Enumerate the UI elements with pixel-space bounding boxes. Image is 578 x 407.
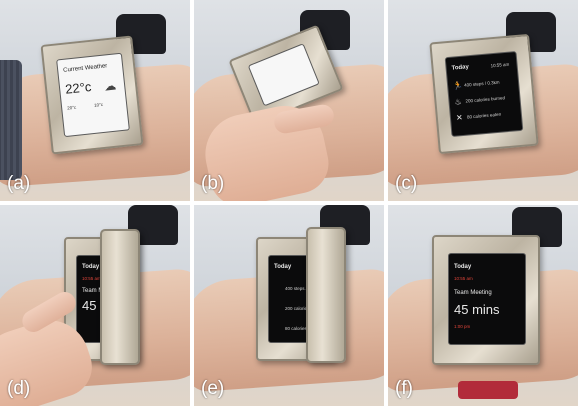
panel-label: (e) bbox=[201, 378, 225, 399]
today-heading: Today bbox=[82, 264, 100, 270]
steps-text: 400 steps / 0.3km bbox=[463, 79, 500, 88]
watch-strap-bottom bbox=[458, 381, 518, 399]
today-heading: Today bbox=[451, 64, 470, 72]
weather-title: Current Weather bbox=[63, 63, 108, 74]
watch-screen: Today 10:55 am 400 steps / 0.3km 200 cal… bbox=[444, 51, 524, 137]
weather-high: 10°c bbox=[93, 101, 104, 108]
today-heading: Today bbox=[454, 264, 472, 270]
sleeve bbox=[0, 60, 22, 180]
panel-label: (c) bbox=[395, 173, 418, 194]
watch-screen: Today 10:55 am Team Meeting 45 mins 1:00… bbox=[448, 253, 526, 345]
meeting-time: 10:55 am bbox=[82, 276, 101, 281]
watch-prototype: Today 10:55 am Team Meeting 45 mins 1:00… bbox=[432, 235, 540, 365]
calories-eaten-text: 80 calories eaten bbox=[466, 111, 502, 120]
panel-f: Today 10:55 am Team Meeting 45 mins 1:00… bbox=[388, 205, 578, 406]
watch-screen: Current Weather 22°c 20°c 10°c ☁ bbox=[56, 52, 130, 138]
flame-icon: ♨ bbox=[454, 96, 463, 107]
calories-burned-text: 200 calories burned bbox=[465, 95, 506, 104]
runner-icon: 🏃 bbox=[452, 80, 464, 91]
meeting-duration: 45 mins bbox=[454, 302, 500, 317]
today-time: 10:55 am bbox=[490, 61, 510, 69]
weather-temp: 22°c bbox=[64, 79, 93, 97]
watch-screen bbox=[247, 43, 320, 107]
figure-grid: Current Weather 22°c 20°c 10°c ☁ (a) (b)… bbox=[0, 0, 578, 407]
sliding-cover bbox=[306, 227, 346, 363]
panel-b: (b) bbox=[194, 0, 384, 201]
meeting-start: 1:00 pm bbox=[454, 324, 471, 329]
watch-prototype: Current Weather 22°c 20°c 10°c ☁ bbox=[40, 35, 144, 155]
sliding-cover bbox=[100, 229, 140, 365]
cutlery-icon: ✕ bbox=[455, 112, 464, 123]
cloud-sun-icon: ☁ bbox=[103, 78, 117, 94]
panel-label: (b) bbox=[201, 173, 225, 194]
meeting-title: Team Meeting bbox=[454, 290, 492, 296]
today-heading: Today bbox=[274, 264, 292, 270]
panel-d: Today 10:55 am Team Meeting 45 mins (d) bbox=[0, 205, 190, 406]
watch-prototype: Today 10:55 am 400 steps / 0.3km 200 cal… bbox=[429, 33, 539, 155]
panel-c: Today 10:55 am 400 steps / 0.3km 200 cal… bbox=[388, 0, 578, 201]
weather-low: 20°c bbox=[66, 104, 77, 111]
panel-label: (a) bbox=[7, 173, 31, 194]
meeting-time: 10:55 am bbox=[454, 276, 473, 281]
panel-a: Current Weather 22°c 20°c 10°c ☁ (a) bbox=[0, 0, 190, 201]
panel-label: (d) bbox=[7, 378, 31, 399]
panel-e: Today 400 steps / 0.3km 200 calories bur… bbox=[194, 205, 384, 406]
panel-label: (f) bbox=[395, 378, 413, 399]
